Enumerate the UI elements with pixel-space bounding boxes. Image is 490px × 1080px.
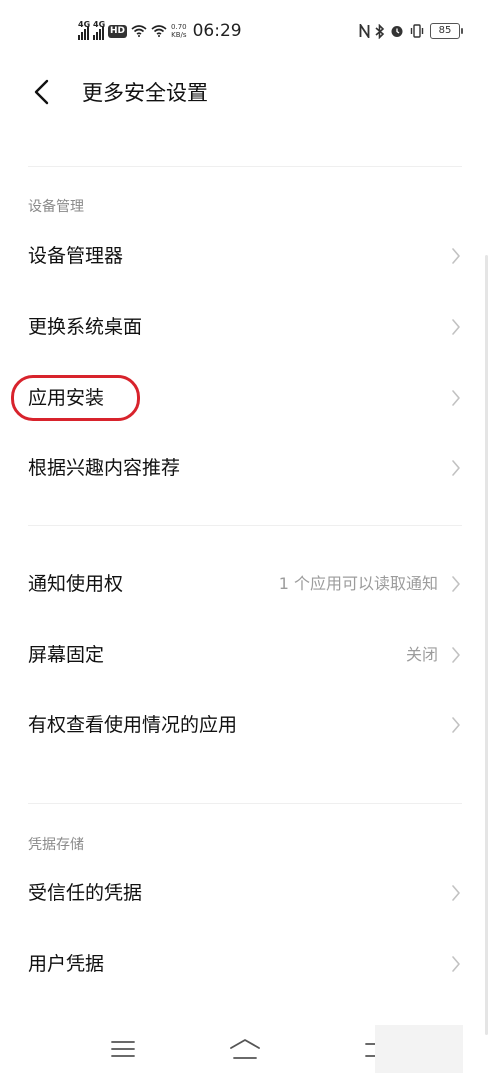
chevron-right-icon bbox=[452, 319, 460, 335]
bluetooth-icon bbox=[375, 23, 385, 39]
hd-badge: HD bbox=[108, 24, 128, 38]
settings-item-notification-access[interactable]: 通知使用权 1 个应用可以读取通知 bbox=[0, 553, 490, 615]
menu-icon[interactable] bbox=[106, 1034, 140, 1064]
network-type-sim2: 4G bbox=[93, 20, 106, 29]
divider bbox=[28, 803, 462, 804]
battery-level: 85 bbox=[438, 25, 452, 36]
settings-item-label: 用户凭据 bbox=[28, 953, 105, 975]
settings-item-user-credentials[interactable]: 用户凭据 bbox=[0, 933, 490, 995]
scrollbar[interactable] bbox=[485, 255, 488, 1035]
page-title: 更多安全设置 bbox=[82, 81, 208, 105]
chevron-right-icon bbox=[452, 885, 460, 901]
chevron-right-icon bbox=[452, 647, 460, 663]
status-bar: 4G 4G HD 0.70 KB/s 06:29 85 bbox=[0, 0, 490, 60]
back-arrow-icon[interactable] bbox=[30, 78, 54, 106]
signal-icon-sim2: 4G bbox=[93, 20, 106, 40]
settings-item-label: 受信任的凭据 bbox=[28, 882, 143, 904]
chevron-right-icon bbox=[452, 390, 460, 406]
chevron-right-icon bbox=[452, 460, 460, 476]
settings-item-value: 关闭 bbox=[405, 645, 438, 664]
network-speed-unit: KB/s bbox=[171, 31, 187, 39]
settings-item-label: 有权查看使用情况的应用 bbox=[28, 714, 238, 736]
settings-item-label: 通知使用权 bbox=[28, 573, 124, 595]
settings-item-label: 设备管理器 bbox=[28, 245, 124, 267]
vibrate-icon bbox=[410, 24, 424, 38]
header: 更多安全设置 bbox=[0, 60, 490, 124]
alarm-icon bbox=[391, 26, 403, 37]
status-bar-right: 85 bbox=[359, 20, 463, 42]
network-speed: 0.70 KB/s bbox=[171, 23, 187, 39]
wifi-icon-secondary bbox=[151, 25, 167, 37]
section-label-credential-storage: 凭据存储 bbox=[28, 837, 84, 853]
settings-item-value: 1 个应用可以读取通知 bbox=[278, 574, 438, 593]
clock: 06:29 bbox=[192, 21, 242, 41]
divider bbox=[28, 525, 462, 526]
settings-item-change-launcher[interactable]: 更换系统桌面 bbox=[0, 296, 490, 358]
nfc-icon bbox=[359, 24, 370, 38]
settings-item-label: 根据兴趣内容推荐 bbox=[28, 457, 181, 479]
settings-item-label: 应用安装 bbox=[28, 387, 105, 409]
settings-item-trusted-credentials[interactable]: 受信任的凭据 bbox=[0, 862, 490, 924]
settings-item-label: 更换系统桌面 bbox=[28, 316, 143, 338]
settings-item-device-manager[interactable]: 设备管理器 bbox=[0, 225, 490, 287]
signal-icon-sim1: 4G bbox=[78, 20, 91, 40]
wifi-icon bbox=[131, 25, 147, 37]
divider bbox=[28, 166, 462, 167]
overlay-patch bbox=[375, 1025, 463, 1073]
home-icon[interactable] bbox=[228, 1034, 262, 1064]
settings-item-usage-access[interactable]: 有权查看使用情况的应用 bbox=[0, 694, 490, 756]
chevron-right-icon bbox=[452, 576, 460, 592]
settings-item-label: 屏幕固定 bbox=[28, 644, 105, 666]
settings-item-screen-pinning[interactable]: 屏幕固定 关闭 bbox=[0, 624, 490, 686]
chevron-right-icon bbox=[452, 248, 460, 264]
settings-item-interest-recommendation[interactable]: 根据兴趣内容推荐 bbox=[0, 437, 490, 499]
section-label-device-management: 设备管理 bbox=[28, 199, 84, 215]
chevron-right-icon bbox=[452, 956, 460, 972]
chevron-right-icon bbox=[452, 717, 460, 733]
status-bar-left: 4G 4G HD 0.70 KB/s 06:29 bbox=[78, 19, 242, 43]
battery-icon: 85 bbox=[430, 23, 463, 39]
network-type-sim1: 4G bbox=[78, 20, 91, 29]
network-speed-value: 0.70 bbox=[171, 23, 187, 31]
settings-item-app-install[interactable]: 应用安装 bbox=[0, 367, 490, 429]
